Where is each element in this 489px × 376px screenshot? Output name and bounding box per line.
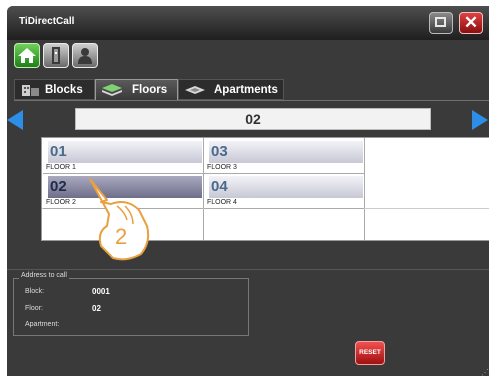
maximize-icon xyxy=(435,17,446,27)
tab-apartments-label: Apartments xyxy=(214,84,278,96)
building-icon xyxy=(22,85,39,96)
cell-underline xyxy=(204,208,364,209)
section-divider xyxy=(7,269,489,270)
floor-number: 01 xyxy=(48,141,202,163)
tab-floors[interactable]: Floors xyxy=(95,79,178,100)
tab-apartments[interactable]: Apartments xyxy=(178,79,284,100)
tab-floors-label: Floors xyxy=(132,84,168,96)
floor-number: 03 xyxy=(209,141,363,163)
apartment-icon xyxy=(185,86,205,94)
step-number: 2 xyxy=(115,224,127,249)
block-label: Block: xyxy=(25,288,45,295)
floor-label-addr: Floor: xyxy=(25,305,43,312)
title-bar: TiDirectCall ✕ xyxy=(7,6,489,40)
tab-divider xyxy=(14,100,489,101)
floor-label: FLOOR 2 xyxy=(46,199,76,206)
selected-floor-display: 02 xyxy=(75,108,431,130)
close-button[interactable]: ✕ xyxy=(459,12,483,34)
tab-blocks[interactable]: Blocks xyxy=(14,79,95,100)
apartment-label: Apartment: xyxy=(25,321,60,328)
home-icon xyxy=(18,48,36,63)
resize-grip[interactable]: ⋰ xyxy=(481,368,489,376)
block-value: 0001 xyxy=(92,287,110,296)
window-title: TiDirectCall xyxy=(19,16,75,27)
floor-cell[interactable]: 04 FLOOR 4 xyxy=(204,174,364,209)
reset-button[interactable]: RESET xyxy=(355,341,385,365)
column-divider xyxy=(364,138,365,240)
layers-icon xyxy=(102,84,122,96)
floor-label: FLOOR 3 xyxy=(207,164,237,171)
close-icon: ✕ xyxy=(463,13,479,32)
tab-blocks-label: Blocks xyxy=(45,84,83,96)
user-icon xyxy=(78,48,92,64)
door-icon xyxy=(52,47,60,64)
floor-cell[interactable]: 01 FLOOR 1 xyxy=(43,139,203,174)
hand-pointer-icon: 2 xyxy=(89,178,150,261)
floor-number: 04 xyxy=(209,176,363,198)
home-button[interactable] xyxy=(14,43,40,68)
prev-arrow-icon[interactable] xyxy=(7,110,23,130)
address-legend: Address to call xyxy=(19,272,69,279)
maximize-button[interactable] xyxy=(429,12,453,34)
floor-label: FLOOR 1 xyxy=(46,164,76,171)
user-button[interactable] xyxy=(72,43,98,68)
door-button[interactable] xyxy=(43,43,69,68)
floor-cell[interactable]: 03 FLOOR 3 xyxy=(204,139,364,174)
next-arrow-icon[interactable] xyxy=(472,110,488,130)
app-window: TiDirectCall ✕ Blocks Floors Apartments … xyxy=(7,6,489,376)
floor-label: FLOOR 4 xyxy=(207,199,237,206)
floor-value: 02 xyxy=(92,304,101,313)
